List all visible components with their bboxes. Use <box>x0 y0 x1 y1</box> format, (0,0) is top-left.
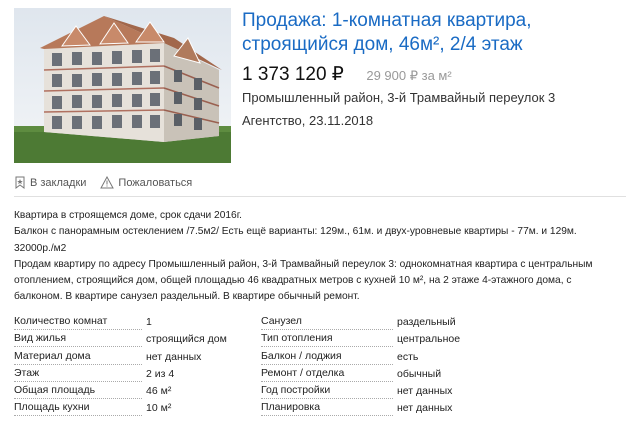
param-row: Год постройки нет данных <box>261 382 491 399</box>
param-value: 46 м² <box>146 384 172 397</box>
param-value: 2 из 4 <box>146 367 175 380</box>
param-row: Вид жилья строящийся дом <box>14 330 244 348</box>
listing-title[interactable]: Продажа: 1-комнатная квартира, строящийс… <box>242 9 622 57</box>
param-key: Ремонт / отделка <box>261 367 393 382</box>
description-line: Продам квартиру по адресу Промышленный р… <box>14 258 593 303</box>
param-row: Материал дома нет данных <box>14 347 244 365</box>
param-key: Тип отопления <box>261 333 393 348</box>
param-row: Количество комнат 1 <box>14 313 244 331</box>
param-key: Год постройки <box>261 384 393 399</box>
param-row: Площадь кухни 10 м² <box>14 399 244 417</box>
complain-button[interactable]: Пожаловаться <box>100 176 192 189</box>
param-key: Санузел <box>261 316 393 331</box>
address: Промышленный район, 3-й Трамвайный переу… <box>242 90 556 105</box>
param-row: Общая площадь 46 м² <box>14 382 244 399</box>
param-key: Площадь кухни <box>14 402 142 417</box>
param-key: Этаж <box>14 367 142 382</box>
divider <box>14 196 626 197</box>
description-line: Балкон с панорамным остеклением /7.5м2/ … <box>14 226 577 254</box>
description: Квартира в строящемся доме, срок сдачи 2… <box>14 208 618 306</box>
price-row: 1 373 120 ₽ 29 900 ₽ за м² <box>242 63 452 86</box>
param-row: Ремонт / отделка обычный <box>261 365 491 382</box>
param-row: Санузел раздельный <box>261 313 491 331</box>
param-key: Балкон / лоджия <box>261 350 393 365</box>
params-table-right: Санузел раздельный Тип отопления центральн… <box>261 313 491 417</box>
param-value: 10 м² <box>146 402 172 415</box>
param-value: строящийся дом <box>146 333 227 346</box>
param-value: нет данных <box>397 384 453 397</box>
bookmark-button[interactable]: В закладки <box>14 176 86 189</box>
param-row: Балкон / лоджия есть <box>261 347 491 365</box>
param-value: 1 <box>146 316 152 329</box>
warning-triangle-icon <box>100 176 115 189</box>
param-key: Количество комнат <box>14 316 142 331</box>
param-key: Общая площадь <box>14 384 142 399</box>
param-value: обычный <box>397 367 442 380</box>
description-line: Квартира в строящемся доме, срок сдачи 2… <box>14 210 243 221</box>
price: 1 373 120 ₽ <box>242 64 344 85</box>
param-key: Планировка <box>261 402 393 417</box>
param-key: Вид жилья <box>14 333 142 348</box>
complain-label: Пожаловаться <box>118 176 193 189</box>
param-row: Этаж 2 из 4 <box>14 365 244 382</box>
agency-date: Агентство, 23.11.2018 <box>242 113 374 128</box>
actions-bar: В закладки Пожаловаться <box>14 176 206 189</box>
param-key: Материал дома <box>14 350 142 365</box>
listing-photo[interactable] <box>14 8 231 163</box>
param-value: центральное <box>397 333 461 346</box>
price-per-m2: 29 900 ₽ за м² <box>366 68 452 83</box>
param-value: нет данных <box>146 350 202 363</box>
bookmark-label: В закладки <box>30 176 87 189</box>
param-value: нет данных <box>397 402 453 415</box>
param-value: есть <box>397 350 419 363</box>
params-table-left: Количество комнат 1 Вид жилья строящийся д… <box>14 313 244 417</box>
param-row: Планировка нет данных <box>261 399 491 417</box>
param-value: раздельный <box>397 316 456 329</box>
bookmark-star-icon <box>15 176 25 189</box>
param-row: Тип отопления центральное <box>261 330 491 348</box>
